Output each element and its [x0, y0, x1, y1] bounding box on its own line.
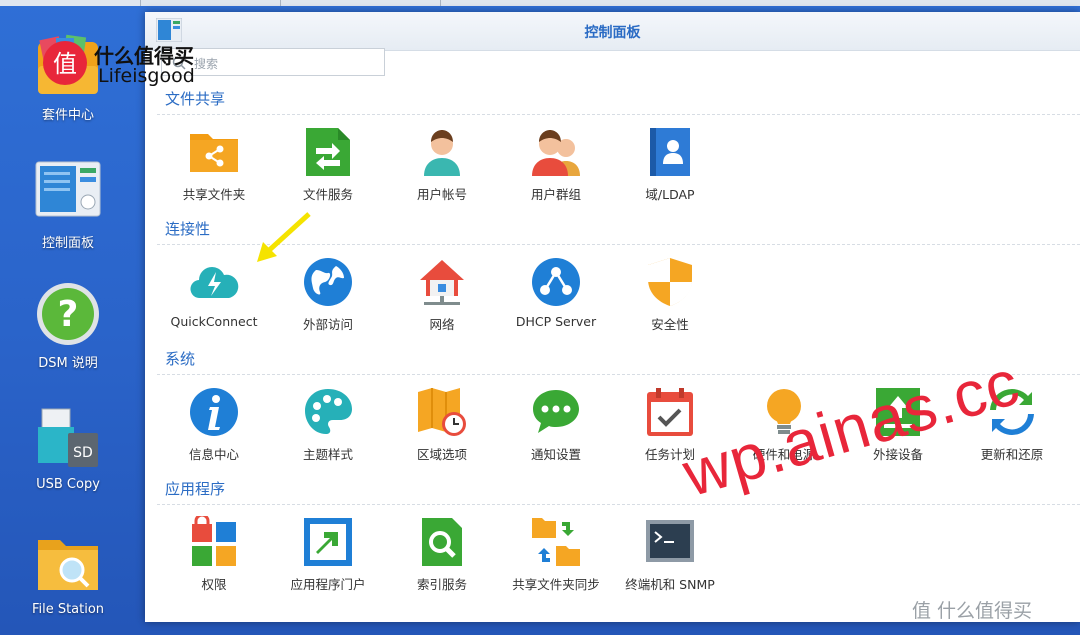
taskbar-segment: [280, 0, 441, 6]
item-label: 用户帐号: [416, 187, 467, 202]
item-application-portal[interactable]: 应用程序门户: [273, 516, 383, 593]
section-title: 应用程序: [165, 480, 226, 498]
shield-icon: [644, 256, 696, 308]
item-label: 主题样式: [302, 447, 353, 462]
site-logo-badge: 值: [43, 41, 87, 85]
item-shared-folder-sync[interactable]: 共享文件夹同步: [501, 516, 611, 593]
user-group-icon: [530, 126, 582, 178]
window-title: 控制面板: [584, 25, 641, 41]
help-icon: ?: [34, 280, 102, 348]
item-group[interactable]: 用户群组: [501, 126, 611, 203]
file-services-icon: [302, 126, 354, 178]
item-label: 更新和还原: [980, 447, 1044, 462]
desktop-icon-label: 控制面板: [41, 236, 94, 251]
shared-folder-icon: [188, 126, 240, 178]
section-divider: [157, 114, 1080, 115]
item-label: 信息中心: [188, 447, 239, 462]
window-titlebar[interactable]: 控制面板: [145, 12, 1080, 51]
desktop-icon-control-panel[interactable]: 控制面板: [8, 160, 128, 251]
section-divider: [157, 504, 1080, 505]
section-title: 连接性: [165, 220, 211, 238]
item-privileges[interactable]: 权限: [159, 516, 269, 593]
item-user[interactable]: 用户帐号: [387, 126, 497, 203]
palette-icon: [302, 386, 354, 438]
item-theme[interactable]: 主题样式: [273, 386, 383, 463]
desktop-icon-dsm-help[interactable]: ? DSM 说明: [8, 280, 128, 371]
item-label: 应用程序门户: [290, 577, 366, 592]
portal-arrow-icon: [302, 516, 354, 568]
desktop-icon-label: USB Copy: [36, 477, 100, 492]
item-regional-options[interactable]: 区域选项: [387, 386, 497, 463]
privileges-grid-icon: [188, 516, 240, 568]
control-panel-icon: [34, 160, 102, 228]
item-security[interactable]: 安全性: [615, 256, 725, 333]
item-label: 文件服务: [302, 187, 353, 202]
item-label: 权限: [201, 577, 227, 592]
svg-text:值: 值: [53, 50, 77, 78]
desktop-icon-label: DSM 说明: [38, 356, 98, 371]
control-panel-window: 控制面板 搜索 文件共享 共享文件夹 文件服务 用户帐号 用户群组 域/LDAP…: [145, 12, 1080, 622]
item-info-center[interactable]: 信息中心: [159, 386, 269, 463]
item-label: 域/LDAP: [645, 187, 695, 202]
desktop-icon-label: 套件中心: [41, 108, 94, 123]
item-label: 共享文件夹: [182, 187, 246, 202]
item-label: 终端机和 SNMP: [625, 577, 715, 592]
user-icon: [416, 126, 468, 178]
usb-copy-icon: SD: [34, 405, 102, 473]
svg-text:SD: SD: [73, 445, 93, 461]
item-domain-ldap[interactable]: 域/LDAP: [615, 126, 725, 203]
item-quickconnect[interactable]: QuickConnect: [159, 256, 269, 329]
network-house-icon: [416, 256, 468, 308]
section-title: 文件共享: [165, 90, 226, 108]
terminal-icon: [644, 516, 696, 568]
item-label: 外部访问: [302, 317, 353, 332]
yellow-annotation-arrow: [255, 210, 315, 266]
calendar-check-icon: [644, 386, 696, 438]
item-label: 网络: [429, 317, 455, 332]
info-icon: [188, 386, 240, 438]
site-logo-overlay: 值 什么值得买 Lifeisgood: [40, 38, 210, 90]
item-label: 安全性: [651, 317, 689, 332]
folder-search-icon: [34, 530, 102, 598]
desktop-icon-usb-copy[interactable]: SD USB Copy: [8, 405, 128, 492]
chat-bubble-icon: [530, 386, 582, 438]
cloud-bolt-icon: [188, 256, 240, 308]
item-label: 区域选项: [416, 447, 467, 462]
item-terminal-snmp[interactable]: 终端机和 SNMP: [615, 516, 725, 593]
search-document-icon: [416, 516, 468, 568]
item-external-access[interactable]: 外部访问: [273, 256, 383, 333]
item-label: DHCP Server: [515, 314, 597, 329]
item-label: 共享文件夹同步: [512, 577, 600, 592]
item-label: QuickConnect: [170, 314, 258, 329]
item-shared-folder[interactable]: 共享文件夹: [159, 126, 269, 203]
item-network[interactable]: 网络: [387, 256, 497, 333]
bottom-watermark: 值 什么值得买: [912, 600, 1033, 622]
item-file-services[interactable]: 文件服务: [273, 126, 383, 203]
item-label: 用户群组: [530, 187, 581, 202]
taskbar-segment: [140, 0, 281, 6]
section-title: 系统: [165, 350, 196, 368]
item-notification[interactable]: 通知设置: [501, 386, 611, 463]
item-dhcp-server[interactable]: DHCP Server: [501, 256, 611, 329]
desktop-icon-file-station[interactable]: File Station: [8, 530, 128, 617]
item-label: 通知设置: [530, 447, 581, 462]
desktop: 套件中心 控制面板 ? DSM 说明 SD USB Copy File Stat…: [0, 0, 140, 635]
folder-sync-icon: [530, 516, 582, 568]
svg-text:?: ?: [58, 294, 79, 335]
map-clock-icon: [416, 386, 468, 438]
logo-text-line2: Lifeisgood: [98, 65, 195, 87]
top-taskbar-strip: [0, 0, 1080, 6]
item-label: 索引服务: [416, 577, 467, 592]
dhcp-network-icon: [530, 256, 582, 308]
desktop-icon-label: File Station: [31, 602, 105, 617]
item-indexing-service[interactable]: 索引服务: [387, 516, 497, 593]
domain-ldap-icon: [644, 126, 696, 178]
